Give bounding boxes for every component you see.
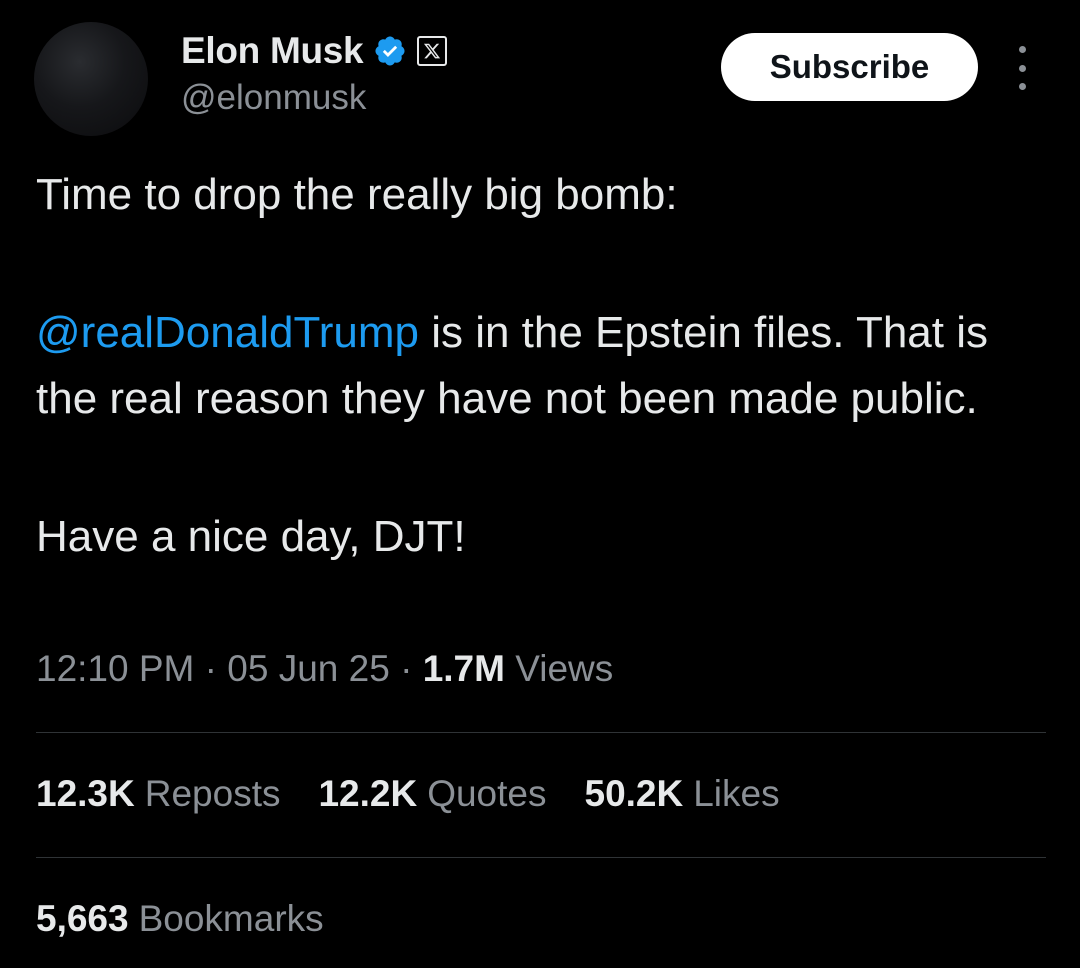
- reposts-stat[interactable]: 12.3K Reposts: [36, 773, 280, 815]
- tweet-line: @realDonaldTrump is in the Epstein files…: [36, 300, 1046, 432]
- meta-separator: ·: [194, 648, 228, 689]
- bookmarks-label: Bookmarks: [138, 898, 324, 939]
- meta-separator: ·: [389, 648, 423, 689]
- author-name-row: Elon Musk: [181, 26, 448, 76]
- quotes-label: Quotes: [427, 773, 547, 814]
- author-handle[interactable]: @elonmusk: [181, 78, 366, 118]
- reposts-label: Reposts: [144, 773, 281, 814]
- tweet-line: Time to drop the really big bomb:: [36, 170, 678, 219]
- tweet-meta: 12:10 PM · 05 Jun 25 · 1.7M Views: [36, 648, 613, 690]
- tweet-line: Have a nice day, DJT!: [36, 512, 466, 561]
- quotes-stat[interactable]: 12.2K Quotes: [318, 773, 546, 815]
- likes-stat[interactable]: 50.2K Likes: [585, 773, 780, 815]
- views-label: Views: [504, 648, 614, 689]
- verified-badge-icon: [373, 34, 407, 68]
- author-display-name[interactable]: Elon Musk: [181, 30, 364, 72]
- engagement-stats: 12.3K Reposts 12.2K Quotes 50.2K Likes: [36, 773, 818, 815]
- mention-link[interactable]: @realDonaldTrump: [36, 308, 419, 357]
- bookmarks-stat[interactable]: 5,663 Bookmarks: [36, 898, 324, 940]
- tweet-time[interactable]: 12:10 PM: [36, 648, 194, 689]
- tweet-date[interactable]: 05 Jun 25: [227, 648, 390, 689]
- quotes-count: 12.2K: [318, 773, 418, 814]
- tweet-text: Time to drop the really big bomb: @realD…: [36, 162, 1046, 570]
- reposts-count: 12.3K: [36, 773, 135, 814]
- likes-label: Likes: [693, 773, 780, 814]
- x-logo-icon: [417, 36, 448, 66]
- divider: [36, 732, 1046, 733]
- likes-count: 50.2K: [584, 773, 684, 814]
- views-count: 1.7M: [422, 648, 505, 689]
- avatar[interactable]: [34, 22, 148, 136]
- subscribe-button[interactable]: Subscribe: [721, 33, 978, 101]
- divider: [36, 857, 1046, 858]
- more-vertical-icon[interactable]: [1010, 46, 1034, 90]
- bookmarks-count: 5,663: [36, 898, 129, 939]
